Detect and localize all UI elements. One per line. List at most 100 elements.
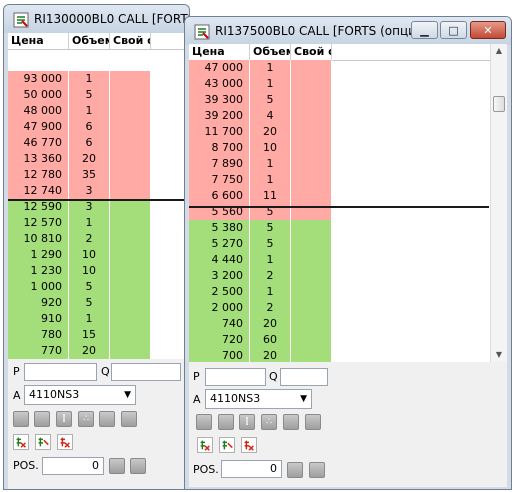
scroll-up-arrow[interactable]: ▲ [491,44,507,58]
bid-row[interactable]: 1 000 5 [8,279,151,295]
maximize-button[interactable]: □ [440,21,467,39]
bar-chart-icon[interactable]: ⫿ [239,414,255,430]
bid-row[interactable]: 5 380 5 [189,220,332,236]
ask-row[interactable]: 47 000 1 [189,60,332,76]
account-select[interactable]: 4110NS3 ▼ [24,385,136,405]
bid-row[interactable]: 2 000 2 [189,300,332,316]
account-select[interactable]: 4110NS3 ▼ [205,389,312,409]
account-value: 4110NS3 [29,388,80,401]
scatter-icon[interactable]: ∴ [261,414,277,430]
title-bar[interactable]: RI130000BL0 CALL [FORTS [4,5,189,33]
cancel-sell-orders-icon[interactable] [35,434,51,450]
bid-row[interactable]: 770 20 [8,343,151,359]
price-cell: 47 000 [189,60,250,76]
position-button-1[interactable] [109,458,125,474]
orderbook-grid[interactable]: Цена Объем Свой об 93 000150 000548 0001… [8,33,189,359]
toolbar-button-5[interactable] [99,411,115,427]
ask-row[interactable]: 6 600 11 [189,188,332,204]
cancel-buy-orders-icon[interactable] [13,434,29,450]
toolbar-button-6[interactable] [121,411,137,427]
cancel-all-orders-icon[interactable] [57,434,73,450]
own-volume-cell [291,220,332,236]
bid-row[interactable]: 10 810 2 [8,231,151,247]
ask-row[interactable]: 7 890 1 [189,156,332,172]
ask-row[interactable]: 39 300 5 [189,92,332,108]
window-title: RI130000BL0 CALL [FORTS [34,12,190,26]
header-volume[interactable]: Объем [69,33,110,49]
price-cell: 740 [189,316,250,332]
header-price[interactable]: Цена [189,44,250,60]
content-panel: Цена Объем Свой об 47 000143 000139 3005… [189,44,507,487]
price-cell: 2 500 [189,284,250,300]
price-cell: 39 200 [189,108,250,124]
bid-row[interactable]: 1 230 10 [8,263,151,279]
header-price[interactable]: Цена [8,33,69,49]
header-volume[interactable]: Объем [250,44,291,60]
position-button-2[interactable] [130,458,146,474]
own-volume-cell [291,188,332,204]
ask-row[interactable]: 93 000 1 [8,71,151,87]
qty-input[interactable] [280,368,328,386]
ask-row[interactable]: 48 000 1 [8,103,151,119]
toolbar-button-1[interactable] [196,414,212,430]
title-bar[interactable]: RI137500BL0 CALL [FORTS (опци... ▁ □ ✕ [185,17,511,45]
toolbar-button-6[interactable] [305,414,321,430]
ask-row[interactable]: 12 740 3 [8,183,151,199]
ask-row[interactable]: 11 700 20 [189,124,332,140]
header-own[interactable]: Свой об [291,44,332,60]
price-input[interactable] [205,368,266,386]
header-own[interactable]: Свой об [110,33,151,49]
position-button-2[interactable] [309,462,325,478]
ask-row[interactable]: 43 000 1 [189,76,332,92]
volume-cell: 1 [250,76,291,92]
bid-row[interactable]: 720 60 [189,332,332,348]
column-header: Цена Объем Свой об [189,44,507,61]
position-button-1[interactable] [287,462,303,478]
bid-row[interactable]: 3 200 2 [189,268,332,284]
bid-row[interactable]: 5 270 5 [189,236,332,252]
toolbar-button-2[interactable] [34,411,50,427]
bar-chart-icon[interactable]: ⫿ [56,411,72,427]
bid-row[interactable]: 4 440 1 [189,252,332,268]
qty-input[interactable] [111,363,181,381]
own-volume-cell [291,252,332,268]
scatter-icon[interactable]: ∴ [78,411,94,427]
ask-row[interactable]: 7 750 1 [189,172,332,188]
bid-row[interactable]: 700 20 [189,348,332,362]
orderbook-grid[interactable]: Цена Объем Свой об 47 000143 000139 3005… [189,44,507,362]
window-front: RI137500BL0 CALL [FORTS (опци... ▁ □ ✕ Ц… [184,16,512,490]
own-volume-cell [110,119,151,135]
ask-row[interactable]: 13 360 20 [8,151,151,167]
bid-row[interactable]: 12 570 1 [8,215,151,231]
cancel-sell-orders-icon[interactable] [219,437,235,453]
orderbook-app-icon [13,12,29,28]
minimize-button[interactable]: ▁ [411,21,438,39]
scroll-thumb[interactable] [493,96,505,112]
bid-row[interactable]: 2 500 1 [189,284,332,300]
cancel-buy-orders-icon[interactable] [197,437,213,453]
scroll-down-arrow[interactable]: ▼ [491,348,507,362]
close-button[interactable]: ✕ [470,21,506,39]
toolbar-button-1[interactable] [13,411,29,427]
price-input[interactable] [24,363,97,381]
volume-cell: 60 [250,332,291,348]
bid-row[interactable]: 740 20 [189,316,332,332]
cancel-all-orders-icon[interactable] [241,437,257,453]
own-volume-cell [110,135,151,151]
vertical-scrollbar[interactable]: ▲ ▼ [490,44,507,362]
ask-row[interactable]: 8 700 10 [189,140,332,156]
content-panel: Цена Объем Свой об 93 000150 000548 0001… [8,33,189,489]
ask-row[interactable]: 50 000 5 [8,87,151,103]
bid-row[interactable]: 1 290 10 [8,247,151,263]
ask-row[interactable]: 47 900 6 [8,119,151,135]
ask-row[interactable]: 12 780 35 [8,167,151,183]
ask-row[interactable]: 46 770 6 [8,135,151,151]
bid-row[interactable]: 910 1 [8,311,151,327]
bid-row[interactable]: 920 5 [8,295,151,311]
ask-row[interactable]: 39 200 4 [189,108,332,124]
toolbar-button-5[interactable] [283,414,299,430]
bid-row[interactable]: 12 590 3 [8,199,151,215]
bid-row[interactable]: 780 15 [8,327,151,343]
toolbar-button-2[interactable] [218,414,234,430]
price-cell: 5 380 [189,220,250,236]
